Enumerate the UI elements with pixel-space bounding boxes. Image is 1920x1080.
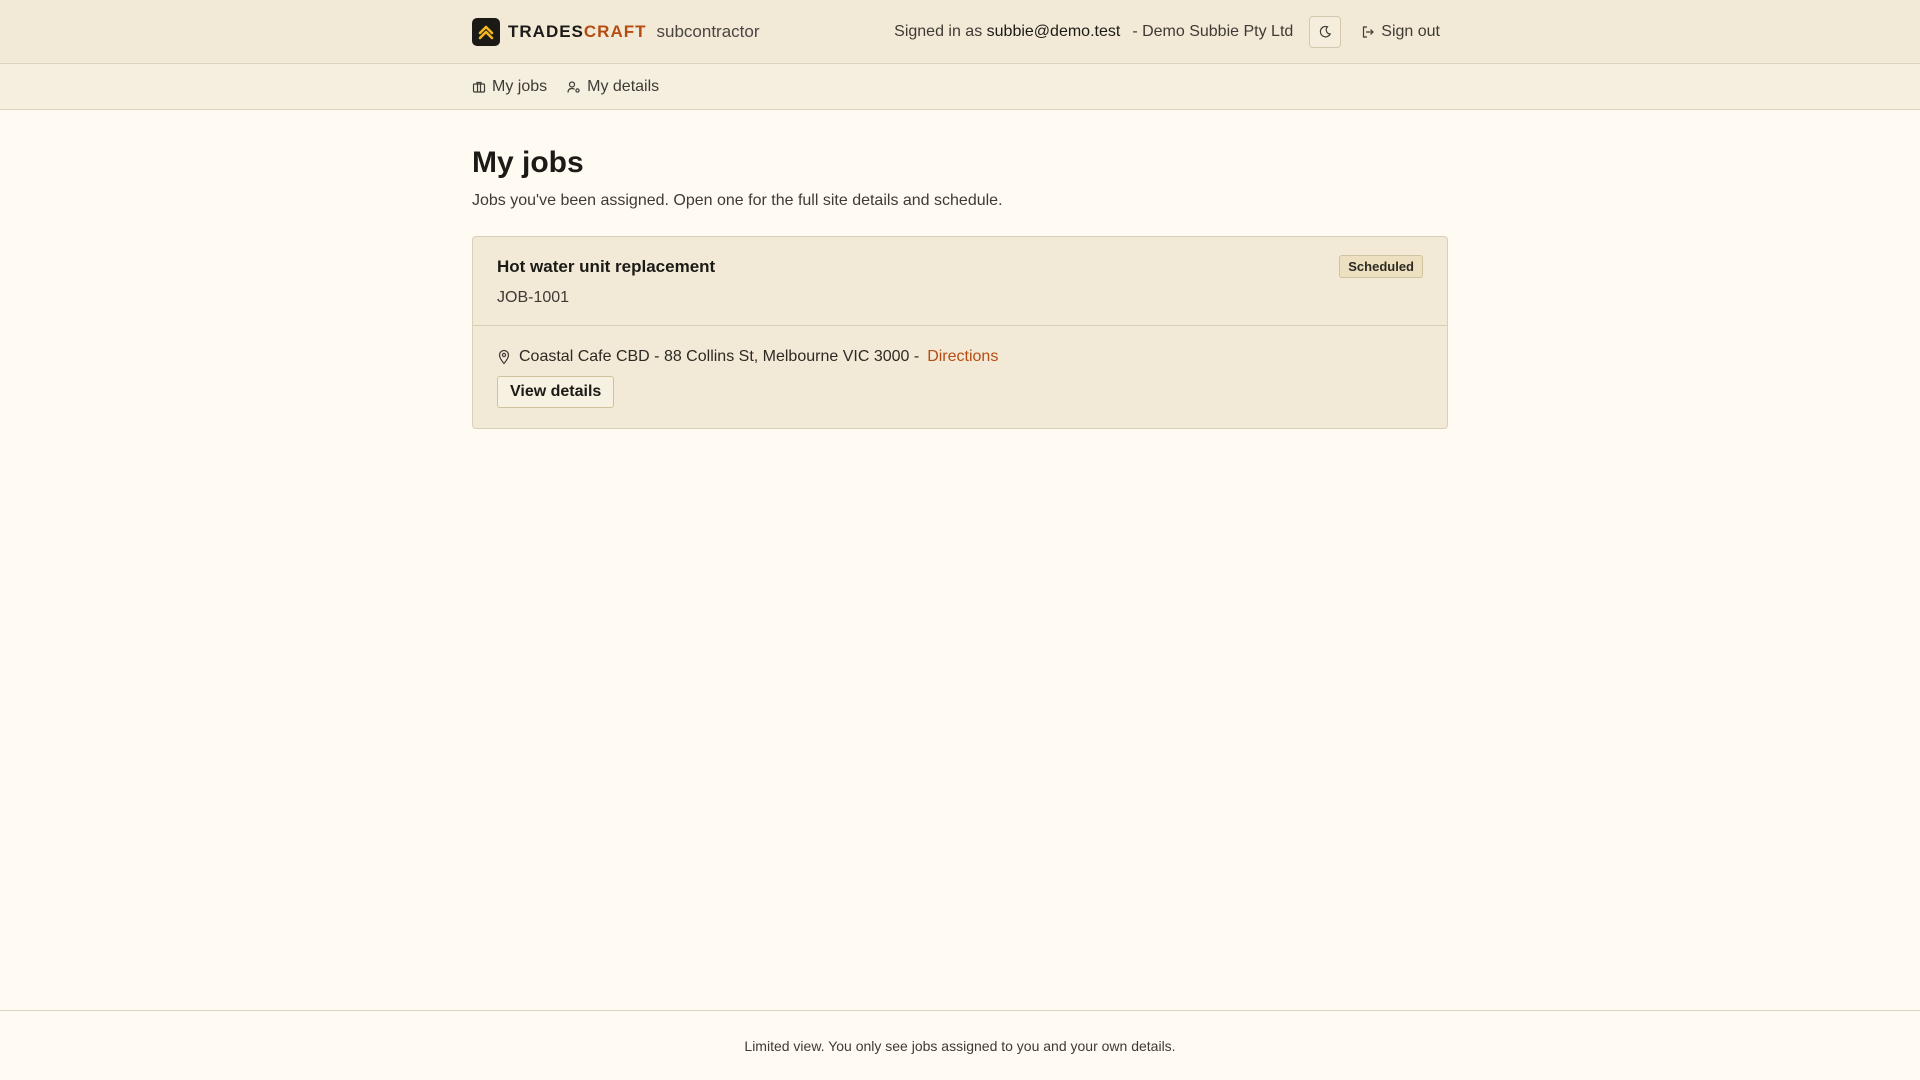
nav-item-my-jobs[interactable]: My jobs bbox=[472, 78, 547, 96]
footer: Limited view. You only see jobs assigned… bbox=[0, 1010, 1920, 1080]
signed-in-text: Signed in as subbie@demo.test bbox=[894, 23, 1121, 40]
map-pin-icon bbox=[498, 349, 510, 365]
job-card: Hot water unit replacement JOB-1001 Sche… bbox=[472, 236, 1448, 429]
company-name: - Demo Subbie Pty Ltd bbox=[1132, 23, 1294, 40]
brand[interactable]: TRADESCRAFT subcontractor bbox=[472, 18, 760, 46]
job-address: Coastal Cafe CBD - 88 Collins St, Melbou… bbox=[519, 348, 920, 365]
main-content: My jobs Jobs you've been assigned. Open … bbox=[0, 110, 1920, 429]
footer-text: Limited view. You only see jobs assigned… bbox=[744, 1037, 1176, 1054]
job-title: Hot water unit replacement bbox=[497, 257, 716, 276]
directions-link[interactable]: Directions bbox=[927, 348, 998, 366]
job-card-header: Hot water unit replacement JOB-1001 Sche… bbox=[473, 237, 1447, 326]
page-subtitle: Jobs you've been assigned. Open one for … bbox=[472, 192, 1003, 209]
brand-name: TRADESCRAFT bbox=[508, 22, 647, 41]
user-box: Signed in as subbie@demo.test - Demo Sub… bbox=[894, 16, 1448, 48]
briefcase-icon bbox=[472, 81, 486, 93]
sign-out-button[interactable]: Sign out bbox=[1361, 23, 1440, 41]
sign-out-icon bbox=[1363, 26, 1375, 38]
job-id: JOB-1001 bbox=[497, 289, 570, 306]
status-badge: Scheduled bbox=[1339, 255, 1423, 278]
brand-subtitle: subcontractor bbox=[656, 22, 760, 41]
job-location: Coastal Cafe CBD - 88 Collins St, Melbou… bbox=[497, 348, 1423, 366]
user-gear-icon bbox=[567, 81, 580, 93]
moon-icon bbox=[1320, 25, 1332, 38]
nav-item-my-details[interactable]: My details bbox=[567, 78, 659, 96]
page-title: My jobs bbox=[472, 146, 584, 179]
view-details-button[interactable]: View details bbox=[497, 376, 615, 408]
theme-toggle-button[interactable] bbox=[1309, 16, 1342, 48]
top-header: TRADESCRAFT subcontractor Signed in as s… bbox=[0, 0, 1920, 64]
sub-nav: My jobs My details bbox=[0, 64, 1920, 110]
job-card-body: Coastal Cafe CBD - 88 Collins St, Melbou… bbox=[473, 326, 1447, 428]
user-email: subbie@demo.test bbox=[986, 23, 1121, 40]
logo-icon bbox=[472, 18, 500, 46]
